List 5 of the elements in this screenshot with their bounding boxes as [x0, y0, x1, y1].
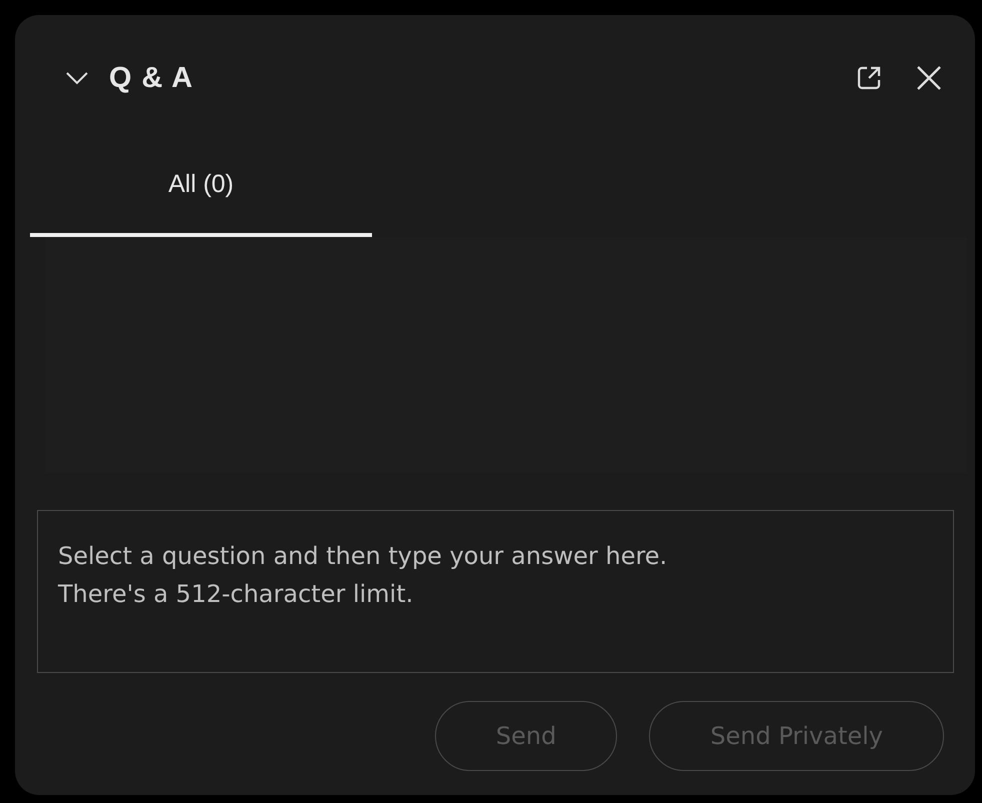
- close-icon[interactable]: [915, 64, 943, 92]
- panel-title: Q & A: [109, 62, 194, 94]
- pop-out-icon[interactable]: [855, 64, 883, 92]
- answer-field[interactable]: Select a question and then type your answer here. There's a 512-character limit.: [37, 510, 954, 673]
- chevron-icon[interactable]: [65, 70, 89, 86]
